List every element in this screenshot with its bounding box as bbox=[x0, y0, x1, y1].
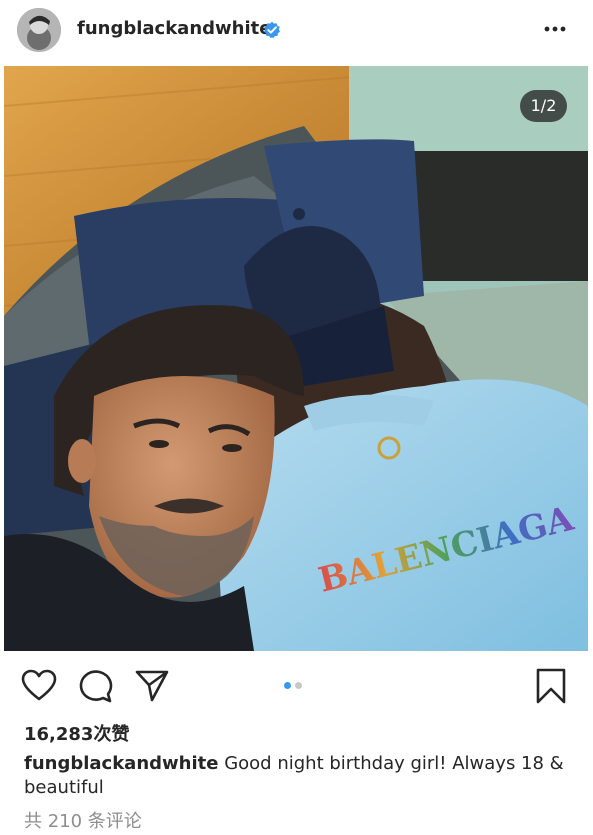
heart-icon[interactable] bbox=[21, 668, 57, 704]
comment-icon[interactable] bbox=[78, 668, 114, 704]
post-photo[interactable]: BALENCIAGA 1/2 bbox=[4, 66, 588, 651]
photo-counter: 1/2 bbox=[520, 90, 567, 122]
likes-count[interactable]: 16,283次赞 bbox=[24, 720, 129, 746]
carousel-indicator bbox=[284, 682, 302, 689]
bookmark-icon[interactable] bbox=[533, 668, 569, 704]
post-username[interactable]: fungblackandwhite bbox=[77, 18, 271, 39]
carousel-dot-active bbox=[284, 682, 291, 689]
post-header: fungblackandwhite bbox=[0, 0, 593, 62]
caption-username[interactable]: fungblackandwhite bbox=[24, 753, 218, 774]
view-comments-link[interactable]: 共 210 条评论 bbox=[24, 807, 142, 833]
avatar[interactable] bbox=[17, 8, 61, 52]
action-bar bbox=[0, 660, 593, 710]
more-options-icon[interactable] bbox=[540, 16, 570, 42]
post-caption: fungblackandwhite Good night birthday gi… bbox=[24, 752, 569, 800]
paper-plane-icon[interactable] bbox=[134, 668, 170, 704]
carousel-dot bbox=[295, 682, 302, 689]
instagram-post: fungblackandwhite BALENCIAGA 1/2 16,283次… bbox=[0, 0, 593, 835]
verified-badge-icon bbox=[264, 21, 280, 38]
